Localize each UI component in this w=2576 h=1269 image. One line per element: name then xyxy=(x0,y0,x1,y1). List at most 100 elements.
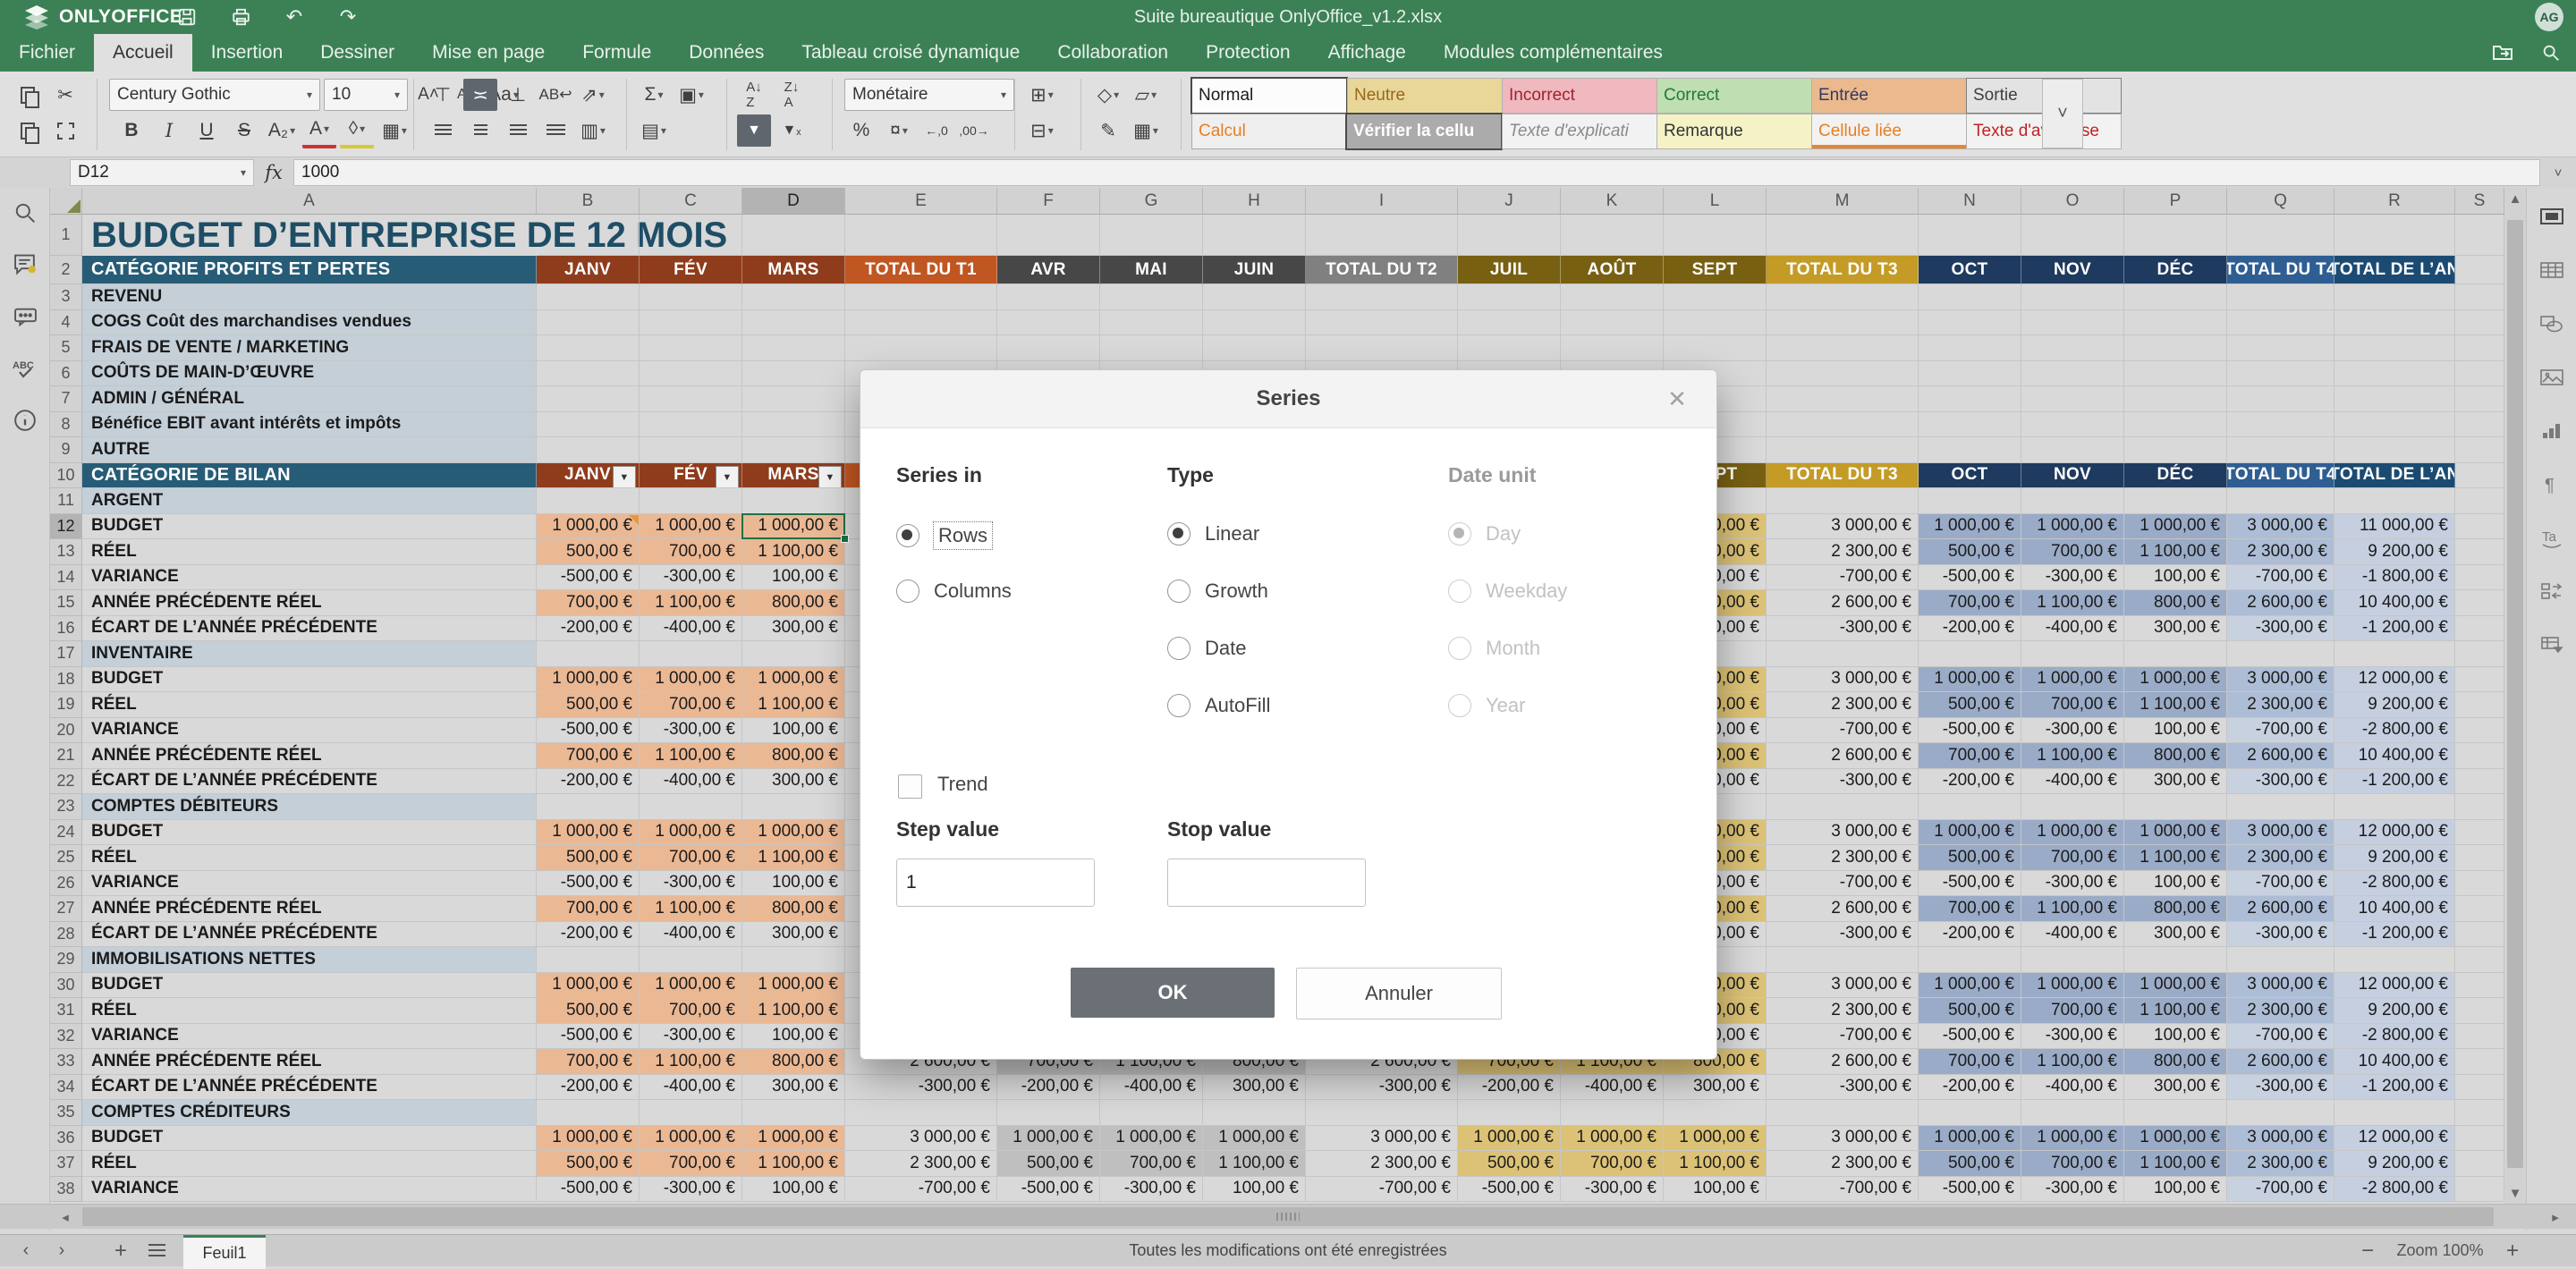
value-cell[interactable]: 700,00 € xyxy=(2021,1151,2124,1177)
value-cell[interactable]: 300,00 € xyxy=(2124,1075,2227,1101)
row-header-17[interactable]: 17 xyxy=(50,641,82,667)
cell[interactable] xyxy=(2334,386,2455,412)
row-header-2[interactable]: 2 xyxy=(50,256,82,284)
spellcheck-icon[interactable]: ABC xyxy=(0,349,50,388)
value-cell[interactable]: 300,00 € xyxy=(742,1075,845,1101)
value-cell[interactable]: 1 000,00 € xyxy=(2124,667,2227,693)
value-cell[interactable]: 1 000,00 € xyxy=(742,973,845,999)
cell[interactable] xyxy=(2021,794,2124,820)
underline-icon[interactable]: U xyxy=(190,114,224,147)
value-cell[interactable]: -200,00 € xyxy=(537,1075,640,1101)
value-cell[interactable]: 800,00 € xyxy=(742,896,845,922)
cell[interactable] xyxy=(2124,794,2227,820)
cell[interactable] xyxy=(2455,820,2504,846)
line-item-label[interactable]: VARIANCE xyxy=(82,871,537,897)
cell[interactable] xyxy=(742,215,845,256)
value-cell[interactable]: 300,00 € xyxy=(742,616,845,642)
line-item-label[interactable]: ANNÉE PRÉCÉDENTE RÉEL xyxy=(82,1049,537,1075)
cell[interactable] xyxy=(2124,412,2227,438)
cell[interactable] xyxy=(2227,335,2334,361)
row-header-6[interactable]: 6 xyxy=(50,361,82,387)
cell[interactable] xyxy=(1767,361,1919,387)
cell[interactable] xyxy=(640,437,742,463)
cell[interactable] xyxy=(2455,310,2504,336)
category-label[interactable]: Bénéfice EBIT avant intérêts et impôts xyxy=(82,412,537,438)
cut-icon[interactable]: ✂ xyxy=(48,79,82,111)
value-cell[interactable]: 1 000,00 € xyxy=(1919,973,2021,999)
value-cell[interactable]: -400,00 € xyxy=(2021,1075,2124,1101)
value-cell[interactable]: 3 000,00 € xyxy=(1306,1126,1458,1152)
value-cell[interactable]: -500,00 € xyxy=(997,1177,1100,1203)
cell[interactable] xyxy=(2455,998,2504,1024)
value-cell[interactable]: -700,00 € xyxy=(1767,871,1919,897)
value-cell[interactable]: 3 000,00 € xyxy=(1767,820,1919,846)
text-art-settings-icon[interactable]: Ta xyxy=(2527,519,2576,558)
column-header-R[interactable]: R xyxy=(2334,188,2455,215)
cell[interactable] xyxy=(1767,310,1919,336)
value-cell[interactable]: 100,00 € xyxy=(742,565,845,591)
cell[interactable] xyxy=(2021,386,2124,412)
radio-button-icon[interactable] xyxy=(1448,694,1471,717)
cell[interactable] xyxy=(2021,1100,2124,1126)
cell[interactable] xyxy=(2455,947,2504,973)
section-label[interactable]: COMPTES DÉBITEURS xyxy=(82,794,537,820)
column-header-E[interactable]: E xyxy=(845,188,997,215)
horizontal-scrollbar[interactable]: ◂ ▸ xyxy=(0,1204,2576,1229)
cell[interactable] xyxy=(1919,386,2021,412)
value-cell[interactable]: -200,00 € xyxy=(537,616,640,642)
cell[interactable] xyxy=(1458,310,1561,336)
category-label[interactable]: COÛTS DE MAIN-D’ŒUVRE xyxy=(82,361,537,387)
section-label[interactable]: ARGENT xyxy=(82,488,537,514)
value-cell[interactable]: 2 300,00 € xyxy=(1306,1151,1458,1177)
value-cell[interactable]: -2 800,00 € xyxy=(2334,1024,2455,1050)
scroll-right-icon[interactable]: ▸ xyxy=(2542,1205,2569,1229)
cell[interactable] xyxy=(1767,335,1919,361)
cell[interactable] xyxy=(2455,437,2504,463)
value-cell[interactable]: 2 300,00 € xyxy=(1767,539,1919,565)
row-header-8[interactable]: 8 xyxy=(50,412,82,438)
cancel-button[interactable]: Annuler xyxy=(1296,968,1502,1019)
copy-icon[interactable] xyxy=(11,79,45,111)
value-cell[interactable]: 12 000,00 € xyxy=(2334,667,2455,693)
insert-function-icon[interactable]: fx xyxy=(254,160,294,185)
cell[interactable] xyxy=(1919,412,2021,438)
value-cell[interactable]: 1 100,00 € xyxy=(2124,845,2227,871)
cell[interactable] xyxy=(2021,284,2124,310)
value-cell[interactable]: -300,00 € xyxy=(2227,1075,2334,1101)
value-cell[interactable]: 3 000,00 € xyxy=(1767,1126,1919,1152)
cell[interactable] xyxy=(742,641,845,667)
align-bottom-icon[interactable]: ⊥ xyxy=(501,79,535,111)
value-cell[interactable]: 1 000,00 € xyxy=(997,1126,1100,1152)
cell[interactable] xyxy=(1306,335,1458,361)
value-cell[interactable]: 1 000,00 € xyxy=(640,1126,742,1152)
zoom-out-icon[interactable]: − xyxy=(2354,1235,2381,1266)
cell[interactable] xyxy=(1919,641,2021,667)
cell[interactable] xyxy=(1919,1100,2021,1126)
row-header-28[interactable]: 28 xyxy=(50,922,82,948)
value-cell[interactable]: -300,00 € xyxy=(640,718,742,744)
month-header-MAI[interactable]: MAI xyxy=(1100,256,1203,284)
cell[interactable] xyxy=(640,361,742,387)
cell[interactable] xyxy=(2334,641,2455,667)
month-header-SEPT[interactable]: SEPT xyxy=(1664,256,1767,284)
value-cell[interactable]: 1 000,00 € xyxy=(1458,1126,1561,1152)
value-cell[interactable]: -300,00 € xyxy=(1767,1075,1919,1101)
cell[interactable] xyxy=(2227,1100,2334,1126)
row-header-29[interactable]: 29 xyxy=(50,947,82,973)
value-cell[interactable]: 700,00 € xyxy=(2021,539,2124,565)
cell[interactable] xyxy=(1919,437,2021,463)
cell[interactable] xyxy=(1203,310,1306,336)
value-cell[interactable]: 700,00 € xyxy=(2021,998,2124,1024)
value-cell[interactable]: -300,00 € xyxy=(1100,1177,1203,1203)
filter-button-icon[interactable]: ▼ xyxy=(613,466,636,489)
value-cell[interactable]: -200,00 € xyxy=(537,769,640,795)
value-cell[interactable]: 9 200,00 € xyxy=(2334,845,2455,871)
row-header-22[interactable]: 22 xyxy=(50,769,82,795)
value-cell[interactable]: -400,00 € xyxy=(2021,769,2124,795)
line-item-label[interactable]: ANNÉE PRÉCÉDENTE RÉEL xyxy=(82,590,537,616)
value-cell[interactable]: 1 000,00 € xyxy=(2124,1126,2227,1152)
search-icon[interactable] xyxy=(0,193,50,233)
value-cell[interactable]: -2 800,00 € xyxy=(2334,1177,2455,1203)
cell[interactable] xyxy=(997,335,1100,361)
value-cell[interactable]: 800,00 € xyxy=(2124,743,2227,769)
